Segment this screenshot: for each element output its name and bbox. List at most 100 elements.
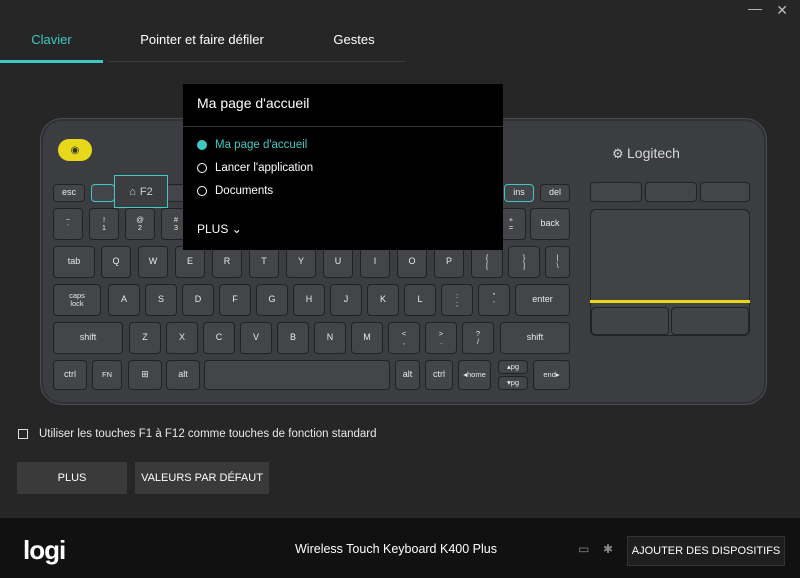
key-pipe: | \ (545, 246, 570, 278)
logitech-logo-icon: ⚙ (612, 146, 624, 161)
key-x: X (166, 322, 198, 354)
key-windows: ⊞ (128, 360, 162, 390)
home-icon: ⌂ (129, 185, 136, 198)
radio-selected-icon (197, 140, 207, 150)
bluetooth-icon: ✱ (603, 542, 614, 556)
popup-title: Ma page d'accueil (197, 95, 310, 111)
popup-divider (183, 126, 503, 127)
key-media-prev (590, 182, 642, 202)
tab-divider (108, 61, 406, 62)
key-ctrl-left: ctrl (53, 360, 87, 390)
key-b: B (277, 322, 309, 354)
key-u: U (323, 246, 353, 278)
fkeys-checkbox[interactable] (18, 429, 28, 439)
f2-key-callout[interactable]: ⌂ F2 (114, 175, 168, 208)
key-z: Z (129, 322, 161, 354)
chevron-down-icon: ⌄ (231, 222, 242, 236)
logi-logo: logi (23, 535, 66, 565)
key-w: W (138, 246, 168, 278)
touchpad-left-button (591, 307, 669, 335)
key-g: G (256, 284, 288, 316)
key-j: J (330, 284, 362, 316)
radio-icon (197, 186, 207, 196)
popup-more-link[interactable]: PLUS ⌄ (197, 222, 242, 236)
key-a: A (108, 284, 140, 316)
key-brace-open: { [ (471, 246, 503, 278)
key-f1 (91, 184, 115, 202)
key-lt: < , (388, 322, 420, 354)
key-f: F (219, 284, 251, 316)
key-caps: caps lock (53, 284, 101, 316)
key-alt-right: alt (395, 360, 420, 390)
f2-label: F2 (139, 185, 153, 198)
key-c: C (203, 322, 235, 354)
key-end: end▸ (533, 360, 570, 390)
fkeys-setting[interactable]: Utiliser les touches F1 à F12 comme touc… (18, 428, 377, 440)
option-launch-app[interactable]: Lancer l'application (197, 162, 313, 174)
key-esc: esc (53, 184, 85, 202)
touchpad-right-button (671, 307, 749, 335)
key-p: P (434, 246, 464, 278)
key-r: R (212, 246, 242, 278)
key-num-1: ! 1 (89, 208, 119, 240)
tab-clavier[interactable]: Clavier (0, 28, 103, 64)
key-gt: > . (425, 322, 457, 354)
key-e: E (175, 246, 205, 278)
device-name: Wireless Touch Keyboard K400 Plus (295, 542, 497, 556)
plus-button[interactable]: PLUS (17, 462, 127, 494)
key-v: V (240, 322, 272, 354)
key-qm: ? / (462, 322, 494, 354)
key-fn: FN (92, 360, 122, 390)
key-d: D (182, 284, 214, 316)
key-pgup: ▴pg (498, 360, 528, 374)
battery-icon: ▭ (578, 542, 590, 556)
key-num-2: @ 2 (125, 208, 155, 240)
key-semicolon: : ; (441, 284, 473, 316)
key-num-0: ~ ` (53, 208, 83, 240)
close-button[interactable]: ✕ (776, 2, 788, 19)
key-shift-right: shift (500, 322, 570, 354)
tab-pointer[interactable]: Pointer et faire défiler (108, 28, 296, 64)
radio-icon (197, 163, 207, 173)
key-ins: ins (504, 184, 534, 202)
key-s: S (145, 284, 177, 316)
tab-bar: Clavier Pointer et faire défiler Gestes (0, 28, 800, 64)
key-k: K (367, 284, 399, 316)
defaults-button[interactable]: VALEURS PAR DÉFAUT (135, 462, 269, 494)
key-y: Y (286, 246, 316, 278)
key-l: L (404, 284, 436, 316)
option-documents[interactable]: Documents (197, 185, 273, 197)
key-del: del (540, 184, 570, 202)
key-media-mute (645, 182, 697, 202)
key-q: Q (101, 246, 131, 278)
logitech-key-icon: ◉ (58, 139, 92, 161)
key-pgdn: ▾pg (498, 376, 528, 390)
key-space (204, 360, 390, 390)
key-n: N (314, 322, 346, 354)
key-t: T (249, 246, 279, 278)
key-home: ◂home (458, 360, 491, 390)
key-m: M (351, 322, 383, 354)
option-home-page[interactable]: Ma page d'accueil (197, 139, 307, 151)
tab-gestes[interactable]: Gestes (302, 28, 406, 64)
key-i: I (360, 246, 390, 278)
key-ctrl-right: ctrl (425, 360, 453, 390)
footer: logi Wireless Touch Keyboard K400 Plus ▭… (0, 518, 800, 578)
key-h: H (293, 284, 325, 316)
key-back: back (530, 208, 570, 240)
key-brace-close: } ] (508, 246, 540, 278)
f2-assignment-popup: Ma page d'accueil Ma page d'accueil Lanc… (183, 84, 503, 250)
key-alt-left: alt (166, 360, 200, 390)
key-enter: enter (515, 284, 570, 316)
key-tab: tab (53, 246, 95, 278)
key-quote: " ' (478, 284, 510, 316)
keyboard-brand: Logitech (627, 145, 680, 161)
key-o: O (397, 246, 427, 278)
key-shift-left: shift (53, 322, 123, 354)
active-tab-indicator (0, 60, 103, 63)
key-media-vol (700, 182, 750, 202)
add-devices-button[interactable]: AJOUTER DES DISPOSITIFS (627, 536, 785, 566)
fkeys-checkbox-label: Utiliser les touches F1 à F12 comme touc… (39, 428, 377, 440)
touchpad-divider (590, 300, 750, 303)
minimize-button[interactable]: — (748, 0, 762, 16)
